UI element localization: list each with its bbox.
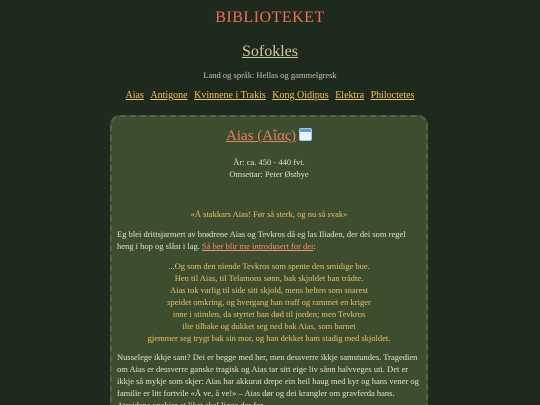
- work-link-antigone[interactable]: Antigone: [150, 90, 187, 101]
- site-title[interactable]: BIBLIOTEKET: [0, 9, 540, 27]
- page: BIBLIOTEKET Sofokles Land og språk: Hell…: [0, 0, 540, 405]
- verse-line: speidet omkring, og hvergang han traff o…: [167, 297, 371, 307]
- work-link-philoctetes[interactable]: Philoctetes: [371, 90, 415, 101]
- verse-line: ...Og som den niende Tevkros som spente …: [168, 261, 370, 271]
- author-meta: Land og språk: Hellas og gammelgresk: [203, 70, 337, 80]
- author-title[interactable]: Sofokles: [0, 43, 540, 61]
- verse-line: Aias tok varlig til side sitt skjold, me…: [169, 285, 369, 295]
- intro-link[interactable]: Så her blir me introdusert for dei: [202, 241, 313, 251]
- work-quote: «Å stakkars Aias! Før så sterk, og nu så…: [190, 209, 348, 219]
- calendar-icon: [298, 128, 312, 141]
- work-title: Aias (Αἴας): [112, 128, 426, 145]
- intro-paragraph: Eg blei drittsjarmert av brødrene Aias o…: [117, 228, 423, 252]
- verse-block: ...Og som den niende Tevkros som spente …: [112, 260, 426, 344]
- work-card: Aias (Αἴας) År: ca. 450 - 440 fvt. Omset…: [110, 115, 428, 405]
- work-title-text[interactable]: Aias (Αἴας): [226, 128, 296, 144]
- verse-line: ilte tilbake og dukket seg ned bak Aias,…: [182, 321, 356, 331]
- verse-line: inne i stimlen, da styrtet han død til j…: [172, 309, 366, 319]
- intro-end: :: [313, 241, 316, 251]
- work-translator: Omsettar: Peter Østbye: [229, 169, 309, 179]
- work-link-kvinnene-i-trakis[interactable]: Kvinnene i Trakis: [194, 90, 266, 101]
- work-year: År: ca. 450 - 440 fvt.: [233, 157, 305, 167]
- work-link-kong-oidipus[interactable]: Kong Oidipus: [272, 90, 328, 101]
- works-nav: Aias Antigone Kvinnene i Trakis Kong Oid…: [0, 90, 540, 101]
- work-link-aias[interactable]: Aias: [126, 90, 144, 101]
- verse-line: gjemmer seg trygt bak sin mor, og han de…: [147, 333, 391, 343]
- body-paragraph: Nusselege ikkje sant? Dei er begge med h…: [117, 352, 419, 405]
- verse-line: Hen til Aias, til Telamons sønn, bak skj…: [174, 273, 364, 283]
- work-link-elektra[interactable]: Elektra: [335, 90, 364, 101]
